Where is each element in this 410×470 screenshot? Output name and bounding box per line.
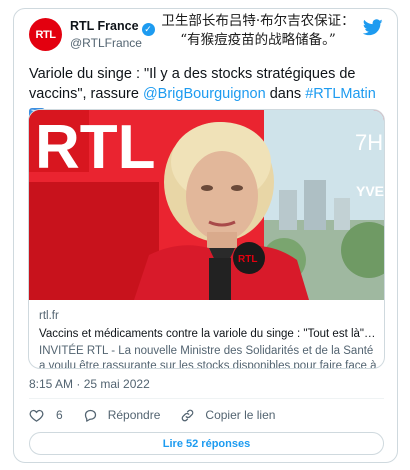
like-button[interactable]: 6 <box>29 408 63 423</box>
like-count: 6 <box>56 408 63 422</box>
hashtag-link[interactable]: #RTLMatin <box>305 86 376 102</box>
reply-label: Répondre <box>107 408 161 422</box>
copy-link-button[interactable]: Copier le lien <box>180 408 275 423</box>
link-preview-card[interactable]: RTL 7H YVE RTL rtl.fr Vaccins et médicam… <box>28 109 385 369</box>
tweet-actions: 6 Répondre Copier le lien <box>29 405 389 425</box>
tweet-card[interactable]: RTL RTL France ✓ @RTLFrance 卫生部长布吕特·布尔吉农保… <box>13 8 398 463</box>
author-handle[interactable]: @RTLFrance <box>70 36 142 50</box>
card-meta[interactable]: rtl.fr Vaccins et médicaments contre la … <box>39 309 377 369</box>
overlay-caption-line1: 卫生部长布吕特·布尔吉农保证： <box>161 13 355 29</box>
divider-top <box>29 398 384 399</box>
card-domain: rtl.fr <box>39 310 59 322</box>
author-name-text: RTL France <box>70 19 139 33</box>
copy-link-label: Copier le lien <box>205 408 276 422</box>
tweet-timestamp[interactable]: 8:15 AM · 25 mai 2022 <box>29 377 150 391</box>
microphone-logo-text: RTL <box>238 254 257 265</box>
screen-time-text: 7H <box>355 130 383 155</box>
screen-label-text: YVE <box>356 183 384 199</box>
tweet-text-part2: dans <box>265 86 306 102</box>
avatar-logo-text: RTL <box>35 28 56 41</box>
overlay-caption-line2: “有猴痘疫苗的战略储备。” <box>180 32 336 48</box>
overlay-caption: 卫生部长布吕特·布尔吉农保证： “有猴痘疫苗的战略储备。” <box>142 12 374 50</box>
mention-link[interactable]: @BrigBourguignon <box>143 86 266 102</box>
studio-photo: RTL 7H YVE RTL <box>29 110 384 300</box>
reply-bubble-icon <box>84 409 96 422</box>
card-description: INVITÉE RTL - La nouvelle Ministre des S… <box>39 345 377 369</box>
studio-logo-text: RTL <box>35 113 156 182</box>
twitter-bird-icon[interactable] <box>363 19 383 36</box>
read-replies-button[interactable]: Lire 52 réponses <box>29 432 384 455</box>
link-icon <box>182 409 194 421</box>
reply-button[interactable]: Répondre <box>83 408 161 423</box>
author-avatar[interactable]: RTL <box>29 18 62 51</box>
card-title: Vaccins et médicaments contre la variole… <box>39 328 377 340</box>
card-image[interactable]: RTL 7H YVE RTL <box>29 110 384 300</box>
heart-icon <box>29 409 44 422</box>
